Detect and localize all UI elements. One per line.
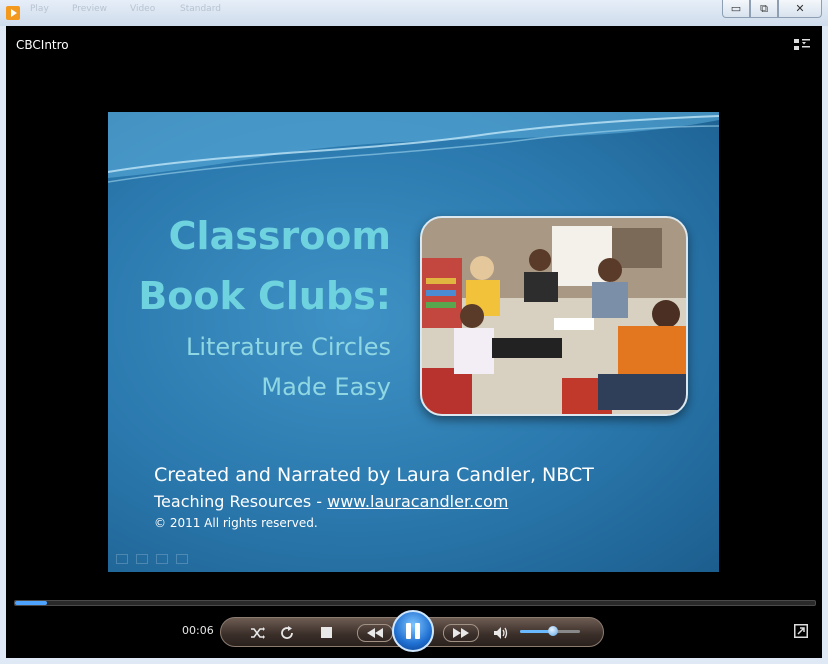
window-titlebar: Play Preview Video Standard ▭ ⧉ ✕: [0, 0, 828, 26]
presentation-slide: Classroom Book Clubs: Literature Circles…: [108, 112, 719, 572]
slide-title-line-1: Classroom: [168, 214, 391, 258]
media-title: CBCIntro: [16, 38, 69, 52]
slide-menu-icon[interactable]: [156, 554, 168, 564]
volume-slider-thumb[interactable]: [548, 626, 558, 636]
next-icon[interactable]: [443, 624, 479, 642]
wave-decoration: [108, 112, 719, 183]
credit-line-created-by: Created and Narrated by Laura Candler, N…: [154, 464, 594, 486]
elapsed-time: 00:06: [182, 624, 214, 637]
seek-bar[interactable]: [14, 600, 816, 606]
video-player-area[interactable]: CBCIntro Classroom Book Clubs: Literatur…: [6, 26, 822, 658]
shuffle-icon[interactable]: [249, 625, 265, 641]
faded-menu-standard: Standard: [180, 4, 221, 14]
slide-pen-icon[interactable]: [136, 554, 148, 564]
slide-forward-icon[interactable]: [176, 554, 188, 564]
slide-back-icon[interactable]: [116, 554, 128, 564]
switch-to-library-icon[interactable]: [794, 38, 810, 52]
slide-title-line-2: Book Clubs:: [138, 274, 391, 318]
pause-icon: [406, 623, 411, 639]
credit-copyright: © 2011 All rights reserved.: [154, 516, 318, 530]
close-button[interactable]: ✕: [778, 0, 822, 18]
stop-icon[interactable]: [321, 627, 332, 638]
slide-subtitle-line-1: Literature Circles: [185, 333, 391, 361]
repeat-icon[interactable]: [279, 625, 295, 641]
faded-menu-play: Play: [30, 4, 49, 14]
credit-line-teaching-resources: Teaching Resources - www.lauracandler.co…: [154, 492, 508, 511]
seek-bar-progress: [15, 601, 47, 605]
faded-menu-preview: Preview: [72, 4, 108, 14]
pause-button[interactable]: [392, 610, 434, 652]
slide-subtitle-line-2: Made Easy: [261, 373, 391, 401]
fullscreen-icon[interactable]: [794, 624, 808, 638]
previous-icon[interactable]: [357, 624, 393, 642]
faded-menu-video: Video: [130, 4, 156, 14]
volume-slider[interactable]: [520, 626, 580, 636]
credit-website-link[interactable]: www.lauracandler.com: [327, 492, 508, 511]
media-player-app-icon[interactable]: [6, 6, 20, 20]
classroom-photo: [420, 216, 688, 416]
credit-prefix: Teaching Resources -: [154, 492, 328, 511]
slide-navigation-toolbar: [116, 554, 188, 564]
volume-icon[interactable]: [493, 625, 509, 641]
restore-button[interactable]: ⧉: [750, 0, 778, 18]
minimize-button[interactable]: ▭: [722, 0, 750, 18]
